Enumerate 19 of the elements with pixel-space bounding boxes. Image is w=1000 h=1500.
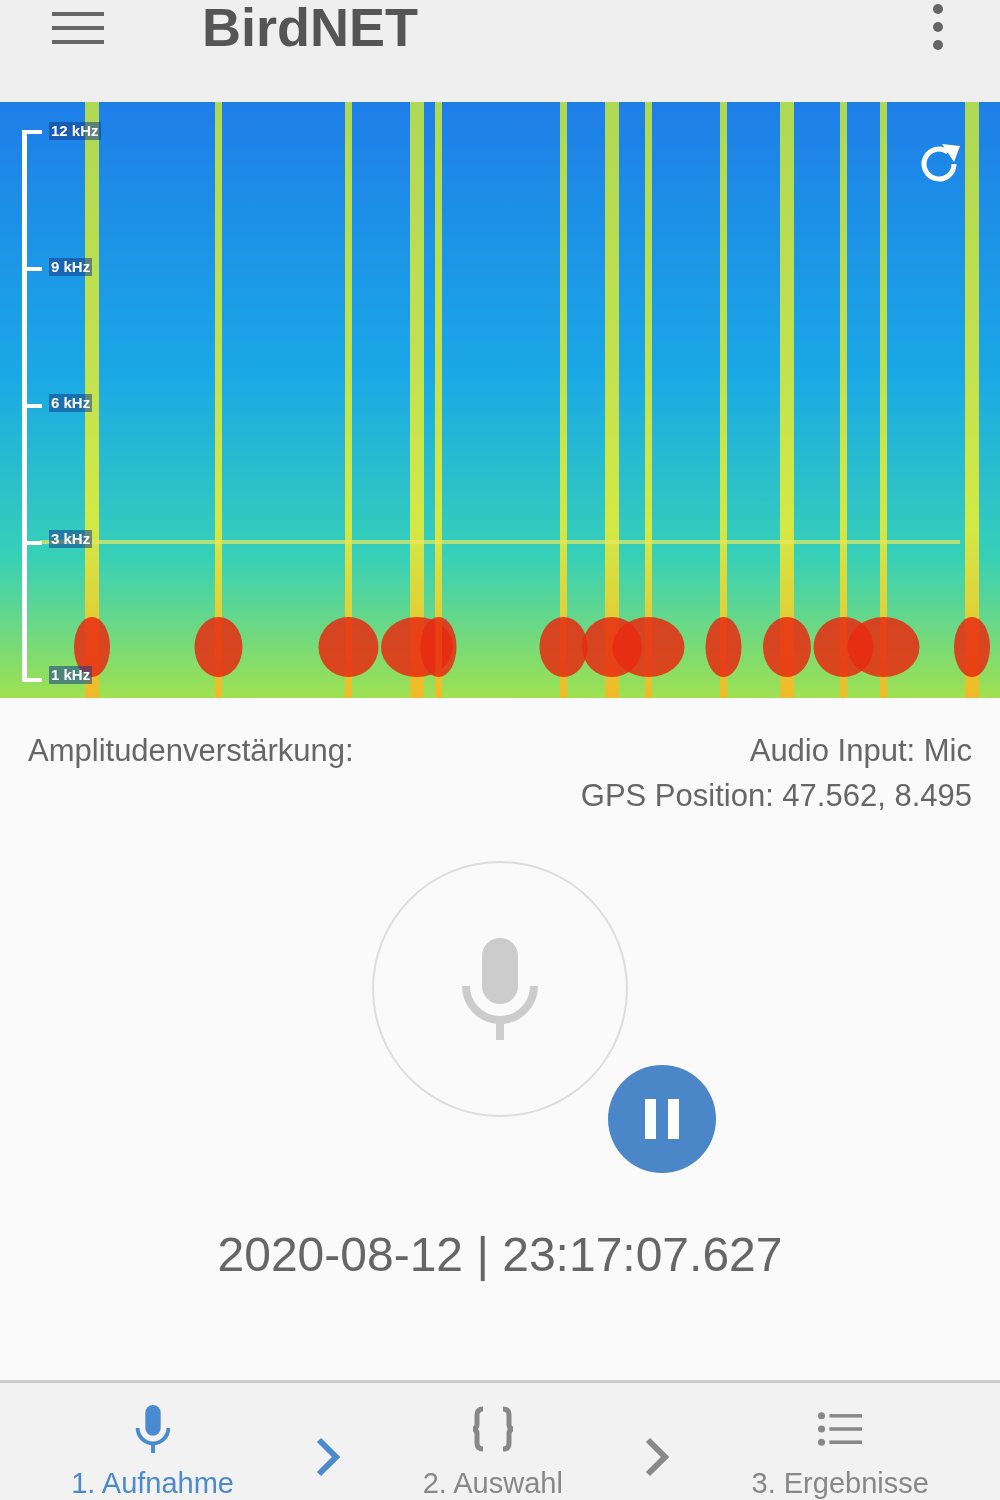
more-options-icon[interactable] xyxy=(932,3,944,51)
chevron-right-icon xyxy=(645,1437,670,1477)
braces-icon xyxy=(470,1405,515,1453)
app-title: BirdNET xyxy=(202,0,419,58)
frequency-label: 9 kHz xyxy=(49,257,93,276)
gps-position-text: GPS Position: 47.562, 8.495 xyxy=(580,777,972,816)
gain-label: Amplitudenverstärkung: xyxy=(28,732,354,771)
step-tab[interactable]: 2. Auswahl xyxy=(422,1405,563,1500)
step-tab[interactable]: 3. Ergebnisse xyxy=(751,1405,929,1500)
step-tab[interactable]: 1. Aufnahme xyxy=(71,1405,234,1500)
frequency-label: 6 kHz xyxy=(49,393,93,412)
audio-input-text: Audio Input: Mic xyxy=(749,732,972,771)
frequency-label: 1 kHz xyxy=(49,665,93,684)
microphone-icon xyxy=(460,937,540,1040)
chevron-right-icon xyxy=(316,1437,341,1477)
pause-icon xyxy=(645,1098,679,1139)
frequency-label: 3 kHz xyxy=(49,529,93,548)
frequency-label: 12 kHz xyxy=(49,121,101,140)
timestamp: 2020-08-12 | 23:17:07.627 xyxy=(216,1227,784,1284)
